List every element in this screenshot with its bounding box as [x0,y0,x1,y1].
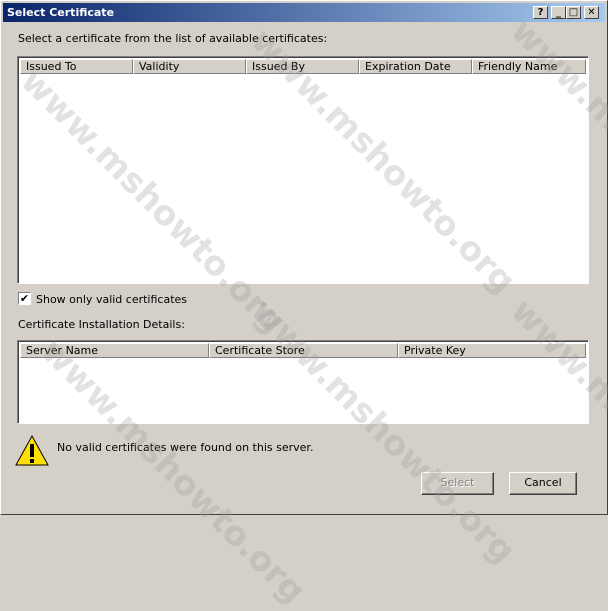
col-expiration-date[interactable]: Expiration Date [359,59,472,74]
cancel-button[interactable]: Cancel [509,472,577,495]
col-private-key[interactable]: Private Key [398,343,586,358]
show-valid-label[interactable]: Show only valid certificates [36,293,187,306]
certificates-header: Issued To Validity Issued By Expiration … [20,59,586,74]
col-issued-to[interactable]: Issued To [20,59,133,74]
col-issued-by[interactable]: Issued By [246,59,359,74]
watermark-text: www.mshowto.org [502,291,608,572]
col-validity[interactable]: Validity [133,59,246,74]
window-title: Select Certificate [7,6,115,19]
installation-details-header: Server Name Certificate Store Private Ke… [20,343,586,358]
select-certificate-dialog: Select Certificate ? _ □ ✕ Select a cert… [0,0,608,611]
col-server-name[interactable]: Server Name [20,343,209,358]
warning-message: No valid certificates were found on this… [57,441,314,454]
col-friendly-name[interactable]: Friendly Name [472,59,586,74]
col-certificate-store[interactable]: Certificate Store [209,343,398,358]
title-bar[interactable]: Select Certificate ? _ □ ✕ [3,3,605,22]
minimize-button[interactable]: _ [551,6,566,19]
certificates-list[interactable]: Issued To Validity Issued By Expiration … [17,56,589,284]
warning-icon [15,434,49,466]
instructions-label: Select a certificate from the list of av… [18,32,328,45]
installation-details-label: Certificate Installation Details: [18,318,185,331]
close-button[interactable]: ✕ [584,6,599,19]
installation-details-list[interactable]: Server Name Certificate Store Private Ke… [17,340,589,424]
show-valid-checkbox[interactable]: ✔ [18,292,31,305]
maximize-button[interactable]: □ [566,6,581,19]
help-button[interactable]: ? [533,6,548,19]
select-button[interactable]: Select [421,472,494,495]
watermark-text: www.mshowto.org [242,291,524,572]
